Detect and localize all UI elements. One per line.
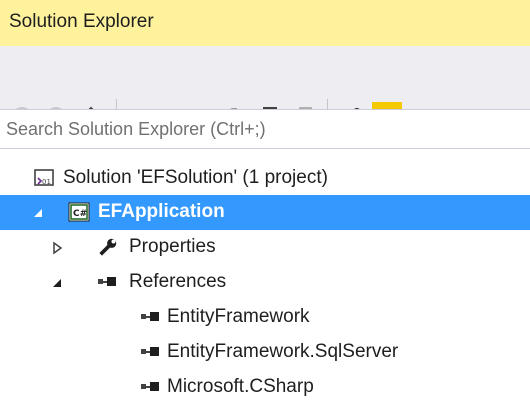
search-input[interactable]: Search Solution Explorer (Ctrl+;): [0, 109, 530, 149]
tree-item-entityframework[interactable]: EntityFramework: [0, 300, 530, 335]
reference-icon: [140, 341, 162, 363]
tree-item-entityframework-sqlserver[interactable]: EntityFramework.SqlServer: [0, 335, 530, 370]
svg-text:01: 01: [42, 178, 51, 186]
reference-icon: [140, 376, 162, 398]
tree-item-solution[interactable]: 01 Solution 'EFSolution' (1 project): [0, 161, 530, 196]
references-icon: [97, 271, 119, 293]
tree-item-efapplication[interactable]: C# EFApplication: [0, 195, 530, 230]
panel-title: Solution Explorer: [9, 11, 154, 32]
tree-item-microsoft-csharp[interactable]: Microsoft.CSharp: [0, 370, 530, 405]
expanded-triangle-icon[interactable]: [49, 265, 65, 300]
solution-tree: 01 Solution 'EFSolution' (1 project) C# …: [0, 149, 530, 397]
tree-item-label: EFApplication: [98, 201, 225, 222]
tree-item-references[interactable]: References: [0, 265, 530, 300]
search-placeholder: Search Solution Explorer (Ctrl+;): [6, 119, 266, 139]
wrench-icon: [97, 236, 119, 258]
tree-item-label: EntityFramework: [167, 306, 310, 327]
csharp-project-icon: C#: [68, 201, 90, 223]
tree-item-label: EntityFramework.SqlServer: [167, 341, 399, 362]
tree-item-label: References: [129, 271, 227, 292]
solution-icon: 01: [33, 167, 55, 189]
tree-item-label: Properties: [129, 236, 216, 257]
expanded-triangle-icon[interactable]: [30, 195, 46, 230]
tree-item-label: Solution 'EFSolution' (1 project): [63, 167, 328, 188]
tree-item-label: Microsoft.CSharp: [167, 376, 314, 397]
tree-item-properties[interactable]: Properties: [0, 230, 530, 265]
collapsed-triangle-icon[interactable]: [49, 230, 65, 265]
panel-title-bar: Solution Explorer: [0, 0, 530, 46]
reference-icon: [140, 306, 162, 328]
svg-text:C#: C#: [73, 209, 87, 219]
